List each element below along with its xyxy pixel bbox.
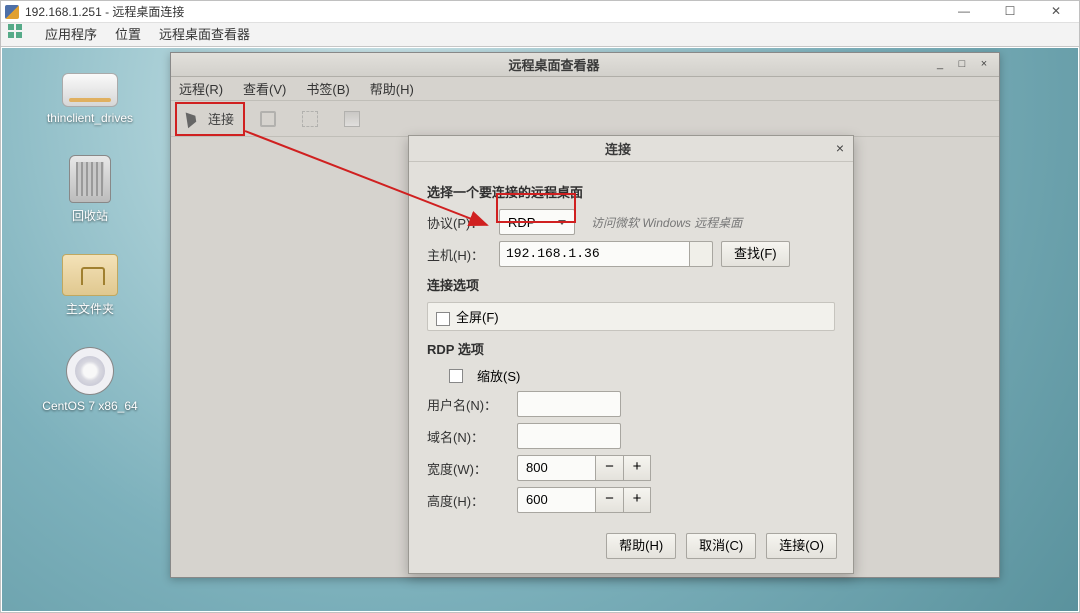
- desktop-icon-home[interactable]: 主文件夹: [30, 254, 150, 317]
- height-increment-button[interactable]: +: [623, 487, 651, 513]
- fullscreen-checkbox[interactable]: [436, 312, 450, 326]
- width-decrement-button[interactable]: −: [595, 455, 623, 481]
- menu-view[interactable]: 查看(V): [243, 79, 286, 98]
- dialog-help-button[interactable]: 帮助(H): [606, 533, 676, 559]
- scale-row: 缩放(S): [427, 366, 835, 385]
- menu-remote-viewer[interactable]: 远程桌面查看器: [159, 23, 250, 46]
- remote-viewer-window: 远程桌面查看器 _ □ × 远程(R) 查看(V) 书签(B) 帮助(H) 连接: [170, 52, 1000, 578]
- host-input[interactable]: 192.168.1.36: [499, 241, 689, 267]
- toolbar-screenshot-button: [335, 105, 369, 133]
- viewer-title: 远程桌面查看器: [177, 55, 931, 74]
- section-choose-title: 选择一个要连接的远程桌面: [427, 182, 835, 201]
- width-row: 宽度(W)： 800 − +: [427, 455, 835, 481]
- trash-icon: [69, 155, 111, 203]
- rdp-outer-window: 192.168.1.251 - 远程桌面连接 — ☐ ✕ 应用程序 位置 远程桌…: [0, 0, 1080, 613]
- menu-remote[interactable]: 远程(R): [179, 79, 223, 98]
- dialog-title: 连接: [409, 139, 827, 158]
- host-dropdown-button[interactable]: [689, 241, 713, 267]
- menu-bookmark[interactable]: 书签(B): [306, 79, 349, 98]
- viewer-titlebar: 远程桌面查看器 _ □ ×: [171, 53, 999, 77]
- connect-dialog: 连接 × 选择一个要连接的远程桌面 协议(P)： RDP 访问微软 Window…: [408, 135, 854, 574]
- menu-apps-icon: [7, 23, 23, 39]
- disc-icon: [66, 347, 114, 395]
- host-row: 主机(H)： 192.168.1.36 查找(F): [427, 241, 835, 267]
- protocol-value: RDP: [508, 215, 535, 230]
- fullscreen-option[interactable]: 全屏(F): [427, 302, 835, 331]
- outer-close-button[interactable]: ✕: [1033, 1, 1079, 23]
- dialog-cancel-button[interactable]: 取消(C): [686, 533, 756, 559]
- username-label: 用户名(N)：: [427, 395, 509, 414]
- home-folder-icon: [62, 254, 118, 296]
- menu-location[interactable]: 位置: [115, 23, 141, 46]
- viewer-close-button[interactable]: ×: [975, 57, 993, 73]
- disconnect-icon: [260, 111, 276, 127]
- toolbar-connect-button[interactable]: 连接: [177, 105, 243, 133]
- dialog-connect-button[interactable]: 连接(O): [766, 533, 837, 559]
- screenshot-icon: [344, 111, 360, 127]
- host-label: 主机(H)：: [427, 245, 491, 264]
- chevron-down-icon: [558, 220, 566, 225]
- outer-title: 192.168.1.251 - 远程桌面连接: [25, 1, 941, 23]
- drive-icon: [62, 73, 118, 107]
- width-increment-button[interactable]: +: [623, 455, 651, 481]
- protocol-row: 协议(P)： RDP 访问微软 Windows 远程桌面: [427, 209, 835, 235]
- domain-label: 域名(N)：: [427, 427, 509, 446]
- viewer-menubar: 远程(R) 查看(V) 书签(B) 帮助(H): [171, 77, 999, 101]
- dialog-titlebar: 连接 ×: [409, 136, 853, 162]
- scale-label: 缩放(S): [477, 366, 520, 385]
- username-row: 用户名(N)：: [427, 391, 835, 417]
- username-input[interactable]: [517, 391, 621, 417]
- viewer-maximize-button[interactable]: □: [953, 57, 971, 73]
- host-menubar: 应用程序 位置 远程桌面查看器: [1, 23, 1079, 47]
- height-input[interactable]: 600: [517, 487, 595, 513]
- section-rdp-title: RDP 选项: [427, 339, 835, 358]
- desktop-icon-label: thinclient_drives: [47, 111, 133, 125]
- section-conn-title: 连接选项: [427, 275, 835, 294]
- scale-checkbox[interactable]: [449, 369, 463, 383]
- protocol-select[interactable]: RDP: [499, 209, 575, 235]
- desktop-icon-label: 回收站: [72, 207, 108, 224]
- viewer-toolbar: 连接: [171, 101, 999, 137]
- remote-desktop-area: thinclient_drives 回收站 主文件夹 CentOS 7 x86_…: [2, 48, 1078, 611]
- outer-minimize-button[interactable]: —: [941, 1, 987, 23]
- domain-row: 域名(N)：: [427, 423, 835, 449]
- fullscreen-icon: [302, 111, 318, 127]
- toolbar-connect-label: 连接: [208, 109, 234, 128]
- height-decrement-button[interactable]: −: [595, 487, 623, 513]
- protocol-label: 协议(P)：: [427, 213, 491, 232]
- desktop-icon-label: 主文件夹: [66, 300, 114, 317]
- dialog-footer: 帮助(H) 取消(C) 连接(O): [409, 523, 853, 573]
- height-row: 高度(H)： 600 − +: [427, 487, 835, 513]
- viewer-minimize-button[interactable]: _: [931, 57, 949, 73]
- menu-apps[interactable]: 应用程序: [45, 23, 97, 46]
- width-input[interactable]: 800: [517, 455, 595, 481]
- find-button[interactable]: 查找(F): [721, 241, 790, 267]
- desktop-icons: thinclient_drives 回收站 主文件夹 CentOS 7 x86_…: [30, 73, 150, 413]
- dialog-close-button[interactable]: ×: [827, 136, 853, 162]
- toolbar-fullscreen-button: [293, 105, 327, 133]
- fullscreen-label: 全屏(F): [456, 310, 499, 325]
- height-label: 高度(H)：: [427, 491, 509, 510]
- connect-icon: [186, 109, 203, 128]
- protocol-hint: 访问微软 Windows 远程桌面: [591, 214, 742, 231]
- desktop-icon-drive[interactable]: thinclient_drives: [30, 73, 150, 125]
- width-label: 宽度(W)：: [427, 459, 509, 478]
- rdp-icon: [5, 5, 19, 19]
- desktop-icon-trash[interactable]: 回收站: [30, 155, 150, 224]
- desktop-icon-label: CentOS 7 x86_64: [42, 399, 137, 413]
- domain-input[interactable]: [517, 423, 621, 449]
- outer-titlebar: 192.168.1.251 - 远程桌面连接 — ☐ ✕: [1, 1, 1079, 23]
- outer-maximize-button[interactable]: ☐: [987, 1, 1033, 23]
- toolbar-disconnect-button: [251, 105, 285, 133]
- desktop-icon-disc[interactable]: CentOS 7 x86_64: [30, 347, 150, 413]
- menu-help[interactable]: 帮助(H): [370, 79, 414, 98]
